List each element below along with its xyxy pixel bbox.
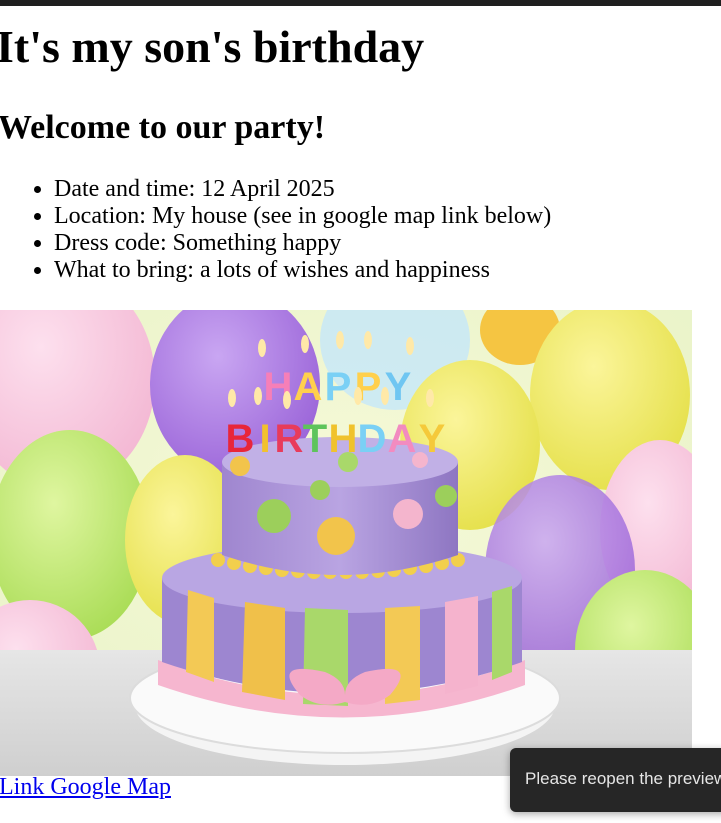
list-item-what-to-bring: What to bring: a lots of wishes and happ… [54,257,551,284]
svg-text:A: A [294,365,323,409]
page-subtitle: Welcome to our party! [0,109,326,146]
svg-text:D: D [358,417,387,461]
svg-text:B: B [226,417,255,461]
preview-toast: Please reopen the preview [510,748,721,812]
google-map-link[interactable]: Link Google Map [0,773,171,801]
svg-text:R: R [275,417,304,461]
svg-text:Y: Y [385,365,412,409]
page-title: It's my son's birthday [0,21,425,72]
party-details-list: Date and time: 12 April 2025 Location: M… [0,176,551,284]
svg-text:H: H [329,417,358,461]
birthday-cake-image: H A P P Y B I R T H D A Y [0,310,692,776]
svg-text:A: A [388,417,417,461]
svg-text:P: P [325,365,352,409]
svg-text:I: I [259,417,270,461]
list-item-date: Date and time: 12 April 2025 [54,176,551,203]
top-bar [0,0,721,6]
svg-text:Y: Y [419,417,446,461]
list-item-dress-code: Dress code: Something happy [54,230,551,257]
svg-text:T: T [303,417,327,461]
toast-message: Please reopen the preview [525,769,721,788]
list-item-location: Location: My house (see in google map li… [54,203,551,230]
